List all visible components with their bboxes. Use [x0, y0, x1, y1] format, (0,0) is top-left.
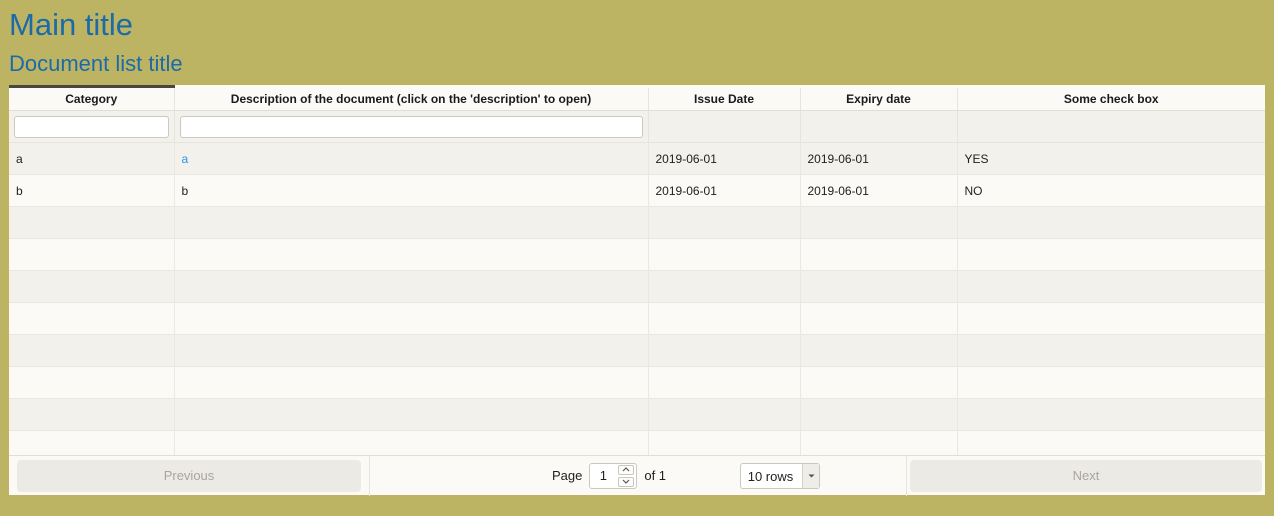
pagination-next-cell: Next	[907, 456, 1265, 496]
table-body: a a 2019-06-01 2019-06-01 YES b b 2019-0…	[9, 142, 1265, 463]
table-row-empty	[9, 334, 1265, 367]
table-row[interactable]: a a 2019-06-01 2019-06-01 YES	[9, 142, 1265, 175]
rows-per-page-select[interactable]: 10 rows	[740, 463, 820, 489]
filter-cell-category	[9, 110, 175, 143]
filter-cell-check-box	[957, 110, 1265, 143]
document-list-title: Document list title	[9, 51, 183, 76]
pagination-previous-cell: Previous	[9, 456, 369, 496]
cell-issue-date: 2019-06-01	[648, 174, 801, 207]
page-title: Main title	[9, 7, 134, 42]
cell-category: b	[9, 174, 175, 207]
table-row-empty	[9, 206, 1265, 239]
cell-category: a	[9, 142, 175, 175]
cell-description: a	[174, 142, 649, 175]
page-number-stepper[interactable]	[589, 462, 638, 489]
cell-check-box: NO	[957, 174, 1265, 207]
page-total-label: of 1	[644, 468, 667, 483]
document-table: Category Description of the document (cl…	[9, 85, 1265, 463]
column-header-description[interactable]: Description of the document (click on th…	[174, 85, 649, 111]
filter-cell-expiry-date	[800, 110, 958, 143]
stepper-arrows	[618, 464, 635, 487]
description-filter-input[interactable]	[179, 115, 643, 138]
filter-cell-description	[174, 110, 649, 143]
table-header: Category Description of the document (cl…	[9, 85, 1265, 143]
cell-issue-date: 2019-06-01	[648, 142, 801, 175]
table-row-empty	[9, 270, 1265, 303]
column-header-category[interactable]: Category	[9, 85, 175, 111]
rows-per-page-value: 10 rows	[747, 468, 794, 484]
document-grid: Category Description of the document (cl…	[9, 85, 1265, 495]
cell-description: b	[174, 174, 649, 207]
column-header-expiry-date[interactable]: Expiry date	[800, 85, 958, 111]
cell-expiry-date: 2019-06-01	[800, 142, 958, 175]
previous-button[interactable]: Previous	[17, 459, 361, 492]
page-number-group: Page of 1	[551, 462, 667, 489]
table-row-empty	[9, 366, 1265, 399]
cell-expiry-date: 2019-06-01	[800, 174, 958, 207]
filter-cell-issue-date	[648, 110, 801, 143]
table-row[interactable]: b b 2019-06-01 2019-06-01 NO	[9, 174, 1265, 207]
pagination-page-cell: Page of 1	[369, 455, 907, 496]
chevron-down-icon[interactable]	[802, 464, 819, 488]
document-list-page: Main title Document list title Category …	[0, 0, 1274, 516]
table-row-empty	[9, 302, 1265, 335]
table-row-empty	[9, 238, 1265, 271]
header-row: Category Description of the document (cl…	[9, 85, 1265, 111]
column-header-check-box[interactable]: Some check box	[957, 85, 1265, 111]
document-link[interactable]: a	[182, 152, 189, 166]
next-button[interactable]: Next	[910, 459, 1262, 492]
chevron-down-icon[interactable]	[618, 476, 635, 487]
category-filter-input[interactable]	[14, 115, 169, 138]
filter-row	[9, 110, 1265, 143]
table-row-empty	[9, 398, 1265, 431]
column-header-issue-date[interactable]: Issue Date	[648, 85, 801, 111]
pagination-bar: Previous Page of 1	[9, 455, 1265, 496]
page-number-input[interactable]	[590, 464, 617, 487]
cell-check-box: YES	[957, 142, 1265, 175]
chevron-up-icon[interactable]	[618, 464, 635, 475]
page-label: Page	[551, 468, 583, 483]
